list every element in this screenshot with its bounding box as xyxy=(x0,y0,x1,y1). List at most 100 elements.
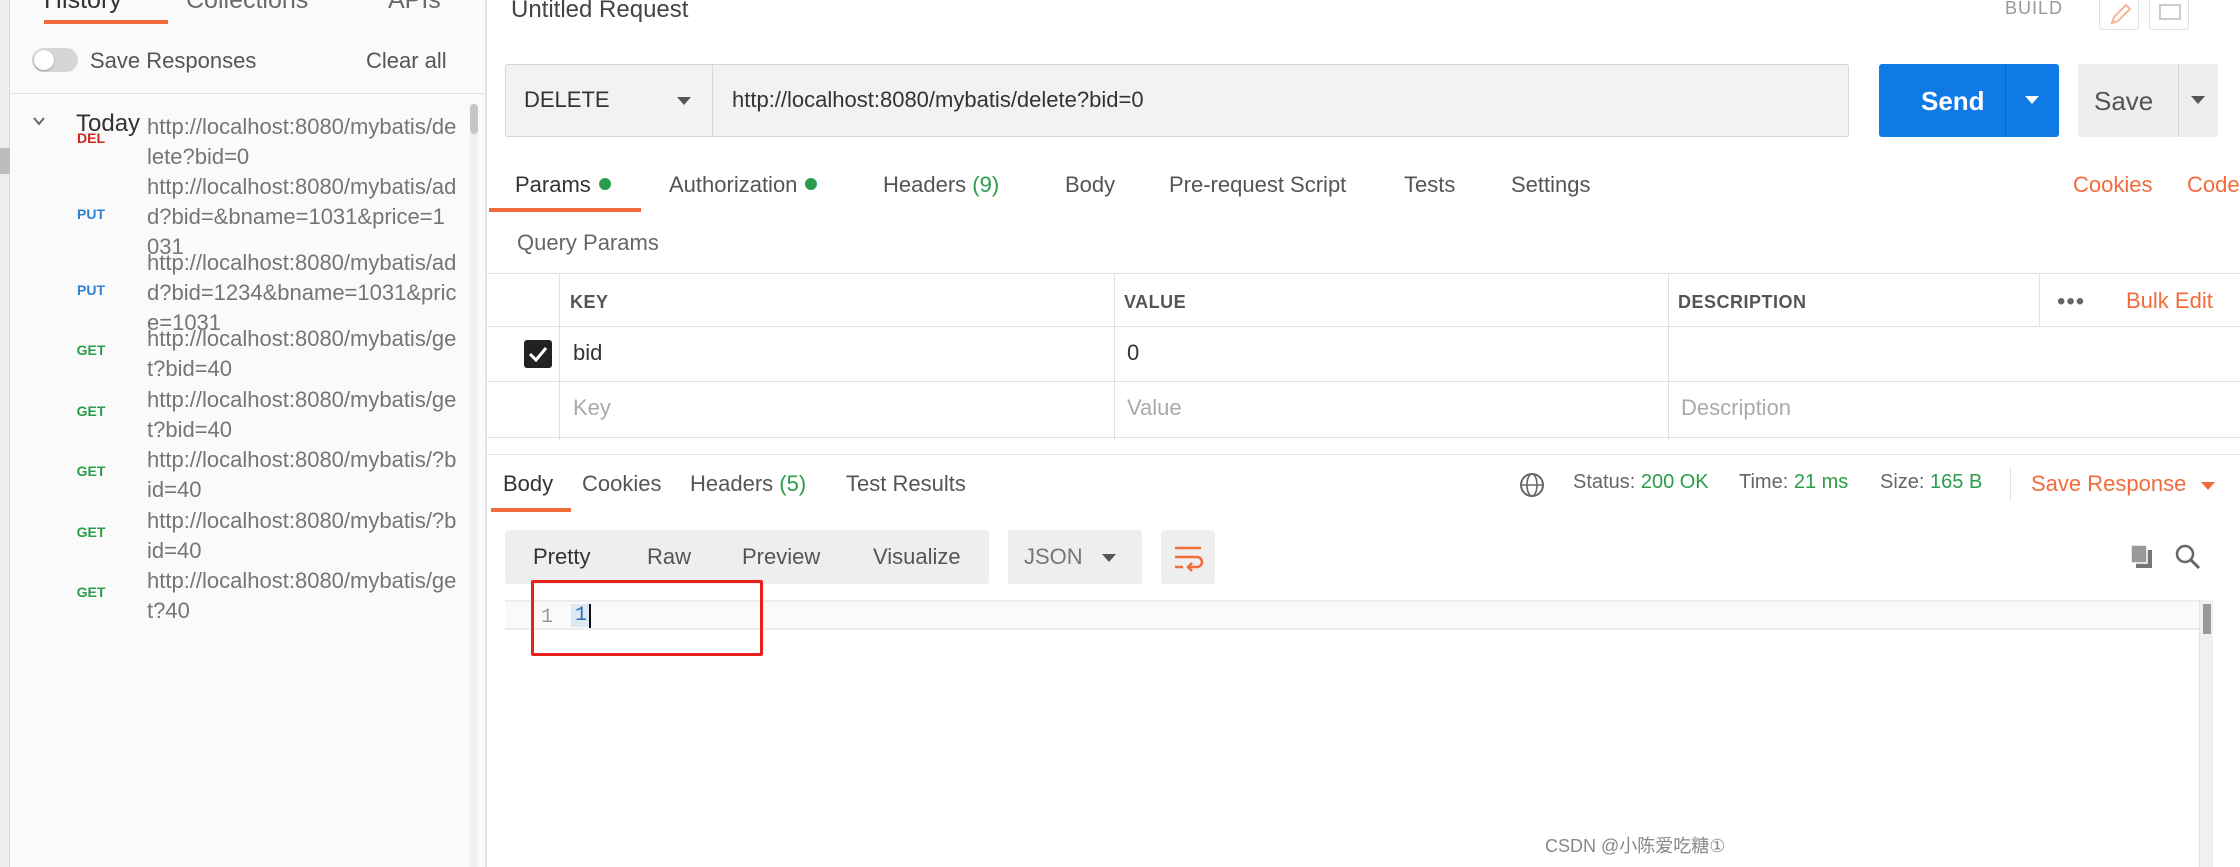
sidebar-edge-marker xyxy=(0,148,10,174)
param-value-cell[interactable]: 0 xyxy=(1127,340,1139,366)
clear-all-button[interactable]: Clear all xyxy=(366,48,447,74)
method-select[interactable]: DELETE xyxy=(506,65,713,136)
response-tabs: Body Cookies Headers (5) Test Results St… xyxy=(487,454,2240,512)
tab-headers[interactable]: Headers (9) xyxy=(883,172,999,198)
method-badge: GET xyxy=(76,463,106,479)
chevron-down-icon xyxy=(677,97,691,105)
method-badge: GET xyxy=(76,584,106,600)
save-button[interactable]: Save xyxy=(2078,64,2218,137)
history-item[interactable]: DEL http://localhost:8080/mybatis/delete… xyxy=(10,112,465,172)
url-input[interactable]: http://localhost:8080/mybatis/delete?bid… xyxy=(732,87,1144,113)
status-indicator[interactable]: Status: 200 OK xyxy=(1573,471,1709,494)
history-sidebar: History Collections APIs Save Responses … xyxy=(0,0,487,867)
tab-tests[interactable]: Tests xyxy=(1404,172,1455,198)
view-visualize[interactable]: Visualize xyxy=(873,544,961,570)
save-response-button[interactable]: Save Response xyxy=(2031,471,2186,497)
history-item[interactable]: GET http://localhost:8080/mybatis/?bid=4… xyxy=(10,445,465,505)
wrap-lines-button[interactable] xyxy=(1161,530,1215,584)
history-item-url: http://localhost:8080/mybatis/get?bid=40 xyxy=(147,326,457,381)
sidebar-scrollbar[interactable] xyxy=(470,104,478,867)
toggle-knob xyxy=(34,50,54,70)
sidebar-edge xyxy=(0,0,10,867)
history-item[interactable]: GET http://localhost:8080/mybatis/?bid=4… xyxy=(10,506,465,566)
param-key-cell[interactable]: bid xyxy=(573,340,602,366)
build-mode-label[interactable]: BUILD xyxy=(2005,0,2063,19)
history-item[interactable]: GET http://localhost:8080/mybatis/get?bi… xyxy=(10,385,465,445)
tab-collections[interactable]: Collections xyxy=(186,0,308,15)
cookies-link[interactable]: Cookies xyxy=(2073,172,2152,198)
new-value-placeholder[interactable]: Value xyxy=(1127,395,1182,421)
column-header-value: VALUE xyxy=(1124,292,1187,312)
tab-settings[interactable]: Settings xyxy=(1511,172,1591,198)
history-item-url: http://localhost:8080/mybatis/?bid=40 xyxy=(147,447,457,502)
format-select[interactable]: JSON xyxy=(1008,530,1142,584)
column-divider xyxy=(1114,274,1115,440)
code-link[interactable]: Code xyxy=(2187,172,2240,198)
save-button-label: Save xyxy=(2094,86,2154,116)
tab-label: Params xyxy=(515,172,591,197)
save-responses-toggle[interactable] xyxy=(32,48,78,72)
tab-params[interactable]: Params xyxy=(515,172,611,198)
column-header-key: KEY xyxy=(570,292,609,312)
time-indicator[interactable]: Time: 21 ms xyxy=(1739,471,1848,494)
search-icon[interactable] xyxy=(2173,542,2203,572)
new-key-placeholder[interactable]: Key xyxy=(573,395,611,421)
view-raw[interactable]: Raw xyxy=(647,544,691,570)
active-tab-indicator xyxy=(44,20,168,24)
column-divider xyxy=(1668,274,1669,440)
tab-history[interactable]: History xyxy=(44,0,122,15)
count-badge: (5) xyxy=(779,471,807,496)
comment-icon[interactable] xyxy=(2149,0,2189,30)
history-item-url: http://localhost:8080/mybatis/get?bid=40 xyxy=(147,387,457,442)
edit-icon[interactable] xyxy=(2099,0,2139,30)
wrap-lines-icon xyxy=(1175,546,1204,572)
send-button[interactable]: Send xyxy=(1879,64,2059,137)
column-divider xyxy=(2039,274,2040,326)
tab-label: Headers xyxy=(883,172,967,197)
tab-apis[interactable]: APIs xyxy=(388,0,441,15)
history-item[interactable]: GET http://localhost:8080/mybatis/get?40 xyxy=(10,566,465,626)
size-indicator[interactable]: Size: 165 B xyxy=(1880,471,1982,494)
method-select-value: DELETE xyxy=(524,87,610,112)
method-badge: GET xyxy=(76,342,106,358)
row-divider xyxy=(487,326,2240,327)
tab-response-body[interactable]: Body xyxy=(503,471,553,497)
watermark: CSDN @小陈爱吃糖① xyxy=(1545,836,1726,856)
globe-icon[interactable] xyxy=(1518,471,1546,499)
more-options-icon[interactable]: ••• xyxy=(2057,288,2085,316)
history-item-url: http://localhost:8080/mybatis/get?40 xyxy=(147,568,457,623)
sidebar-toolbar: Save Responses Clear all xyxy=(10,40,485,94)
status-value: 200 OK xyxy=(1640,471,1709,493)
save-options-chevron-icon[interactable] xyxy=(2191,96,2205,104)
tab-response-cookies[interactable]: Cookies xyxy=(582,471,661,497)
save-response-chevron-icon[interactable] xyxy=(2201,482,2215,490)
copy-icon[interactable] xyxy=(2127,542,2157,572)
bulk-edit-link[interactable]: Bulk Edit xyxy=(2126,288,2213,314)
editor-scrollbar[interactable] xyxy=(2199,600,2213,867)
tab-authorization[interactable]: Authorization xyxy=(669,172,818,198)
tab-response-headers[interactable]: Headers (5) xyxy=(690,471,806,497)
tab-body[interactable]: Body xyxy=(1065,172,1115,198)
history-item-url: http://localhost:8080/mybatis/?bid=40 xyxy=(147,508,457,563)
time-value: 21 ms xyxy=(1793,471,1849,493)
response-view-selector: Pretty Raw Preview Visualize xyxy=(505,530,989,584)
request-title[interactable]: Untitled Request xyxy=(511,0,688,24)
sidebar-scroll-thumb[interactable] xyxy=(470,104,478,134)
send-options-chevron-icon[interactable] xyxy=(2025,96,2039,104)
sidebar-tabs: History Collections APIs xyxy=(10,0,485,26)
method-badge: GET xyxy=(76,403,106,419)
tab-test-results[interactable]: Test Results xyxy=(846,471,966,497)
count-badge: (9) xyxy=(972,172,1000,197)
save-split-divider xyxy=(2178,64,2179,137)
request-url-bar: DELETE http://localhost:8080/mybatis/del… xyxy=(505,64,1849,137)
history-item[interactable]: GET http://localhost:8080/mybatis/get?bi… xyxy=(10,324,465,384)
method-badge: GET xyxy=(76,524,106,540)
editor-scroll-thumb[interactable] xyxy=(2203,604,2211,634)
view-pretty[interactable]: Pretty xyxy=(533,544,590,570)
chevron-down-icon xyxy=(1102,554,1116,562)
view-preview[interactable]: Preview xyxy=(742,544,820,570)
param-enabled-checkbox[interactable] xyxy=(524,340,552,368)
send-split-divider xyxy=(2005,64,2006,137)
tab-pre-request-script[interactable]: Pre-request Script xyxy=(1169,172,1346,198)
new-description-placeholder[interactable]: Description xyxy=(1681,395,1791,421)
